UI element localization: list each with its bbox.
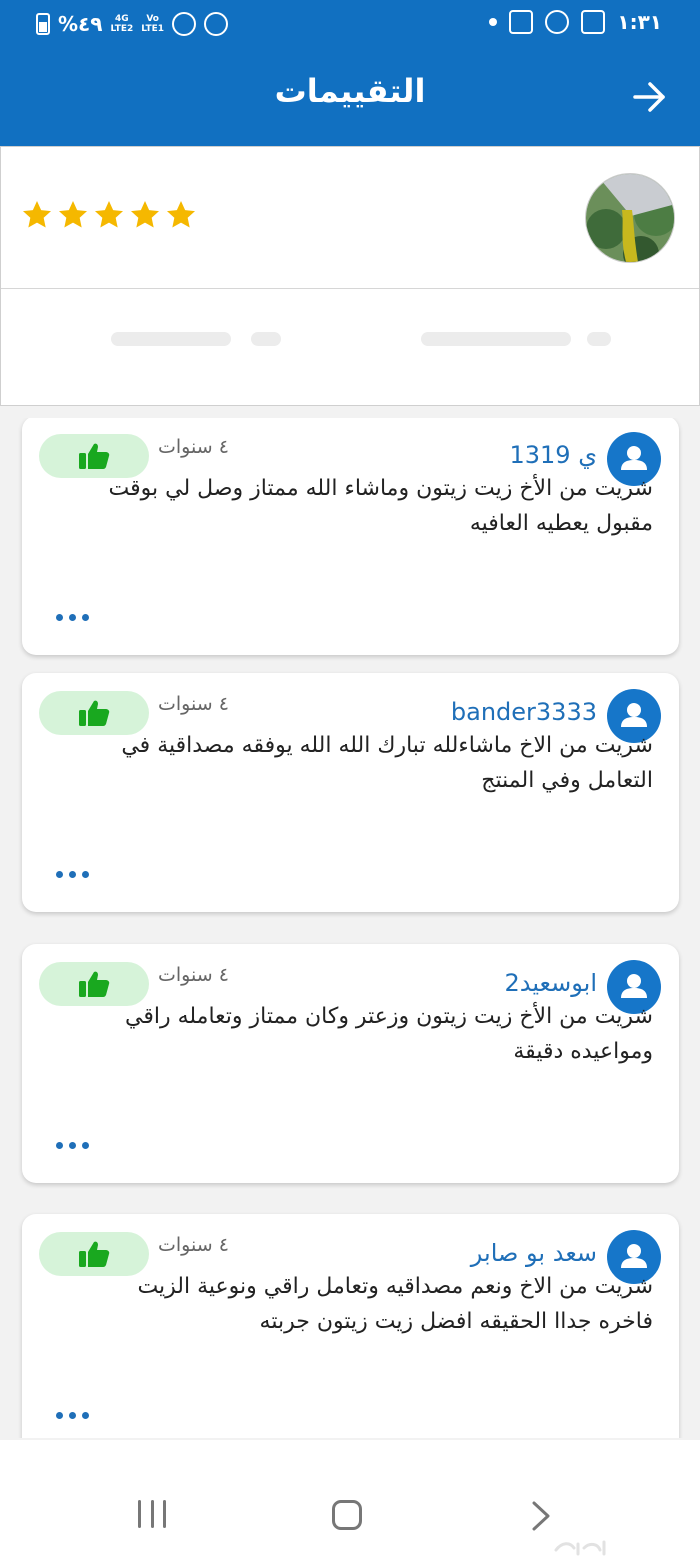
notification-dot-icon: [489, 18, 498, 26]
home-icon[interactable]: [332, 1500, 362, 1530]
app-notification-icon: [509, 10, 534, 34]
review-card[interactable]: ي 1319 ٤ سنوات شريت من الأخ زيت زيتون وماش…: [22, 418, 679, 655]
status-right: ١:٣١: [489, 10, 662, 34]
chevron-right-icon[interactable]: [530, 1500, 552, 1532]
review-text: شريت من الاخ ماشاءلله تبارك الله الله يو…: [121, 733, 653, 793]
more-dots-icon[interactable]: [56, 1142, 89, 1149]
review-time: ٤ سنوات: [158, 964, 229, 986]
review-time: ٤ سنوات: [158, 1234, 229, 1256]
faded-stat: [251, 332, 281, 346]
watermark-logo: [554, 1540, 606, 1556]
thumbs-up-icon: [79, 443, 110, 469]
review-username[interactable]: سعد بو صابر: [471, 1239, 597, 1267]
thumbs-up-icon: [79, 971, 110, 997]
battery-icon: [36, 13, 50, 35]
rating-stars: [21, 199, 197, 231]
signal-1-icon: 4G LTE2: [110, 14, 134, 34]
header-divider: [1, 288, 699, 289]
status-bar: %٤٩ 4G LTE2 Vo LTE1 ١:٣١: [0, 0, 700, 50]
arrow-right-icon[interactable]: [628, 76, 670, 118]
thumbs-up-icon: [79, 1241, 110, 1267]
review-username[interactable]: ي 1319: [510, 441, 598, 469]
status-left: %٤٩ 4G LTE2 Vo LTE1: [36, 12, 229, 36]
review-card[interactable]: ابوسعيد2 ٤ سنوات شريت من الأخ زيت زيتون وز…: [22, 944, 679, 1183]
review-text: شريت من الاخ ونعم مصداقيه وتعامل راقي ون…: [137, 1274, 653, 1334]
gallery-icon: [581, 10, 606, 34]
star-icon: [95, 201, 123, 228]
faded-stat: [587, 332, 611, 346]
signal-2-icon: Vo LTE1: [141, 14, 165, 34]
review-card[interactable]: bander3333 ٤ سنوات شريت من الاخ ماشاءلله ت…: [22, 673, 679, 912]
review-text: شريت من الأخ زيت زيتون وماشاء الله ممتاز…: [108, 476, 653, 536]
star-icon: [131, 201, 159, 228]
app-bar: التقييمات: [0, 50, 700, 146]
review-text: شريت من الأخ زيت زيتون وزعتر وكان ممتاز …: [125, 1004, 653, 1064]
thumbs-up-icon: [79, 700, 110, 726]
star-icon: [167, 201, 195, 228]
page-title: التقييمات: [274, 72, 426, 110]
recent-apps-icon[interactable]: [138, 1500, 166, 1528]
system-nav-bar: [0, 1440, 700, 1561]
hotspot-icon: [172, 12, 197, 36]
review-card[interactable]: سعد بو صابر ٤ سنوات شريت من الاخ ونعم مصدا…: [22, 1214, 679, 1438]
whatsapp-icon: [545, 10, 570, 34]
alarm-icon: [204, 12, 229, 36]
star-icon: [23, 201, 51, 228]
review-username[interactable]: bander3333: [451, 698, 597, 726]
battery-percent: %٤٩: [58, 12, 103, 36]
star-icon: [59, 201, 87, 228]
faded-stat: [111, 332, 231, 346]
review-time: ٤ سنوات: [158, 436, 229, 458]
review-time: ٤ سنوات: [158, 693, 229, 715]
reviews-list[interactable]: ي 1319 ٤ سنوات شريت من الأخ زيت زيتون وماش…: [0, 418, 700, 1438]
clock-time: ١:٣١: [617, 10, 662, 34]
product-image[interactable]: [585, 173, 675, 263]
more-dots-icon[interactable]: [56, 1412, 89, 1419]
review-username[interactable]: ابوسعيد2: [504, 969, 597, 997]
more-dots-icon[interactable]: [56, 871, 89, 878]
product-header: [0, 146, 700, 406]
faded-stat: [421, 332, 571, 346]
more-dots-icon[interactable]: [56, 614, 89, 621]
